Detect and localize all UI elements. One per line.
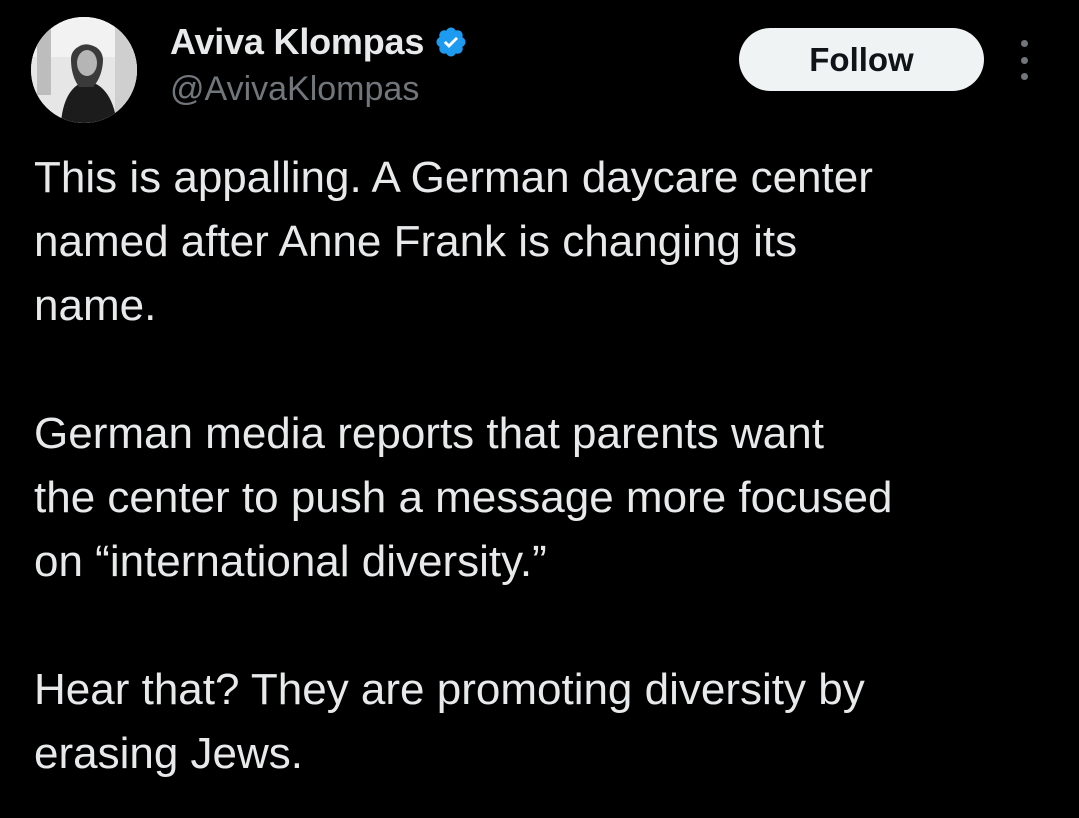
- avatar-photo: [31, 17, 137, 123]
- follow-button[interactable]: Follow: [739, 28, 984, 91]
- tweet-text: This is appalling. A German daycare cent…: [34, 146, 1054, 786]
- tweet-paragraph: This is appalling. A German daycare cent…: [34, 153, 873, 330]
- author-handle[interactable]: @AvivaKlompas: [170, 70, 419, 109]
- author-name-row: Aviva Klompas: [170, 18, 468, 66]
- more-options-icon[interactable]: [1010, 40, 1038, 80]
- avatar[interactable]: [31, 17, 137, 123]
- author-display-name[interactable]: Aviva Klompas: [170, 21, 424, 63]
- more-dot: [1020, 40, 1028, 47]
- verified-badge-icon[interactable]: [434, 25, 468, 59]
- tweet-header: Aviva Klompas @AvivaKlompas Follow: [0, 0, 1079, 130]
- tweet-paragraph: German media reports that parents want t…: [34, 409, 893, 586]
- tweet-paragraph: Hear that? They are promoting diversity …: [34, 665, 865, 778]
- more-dot: [1020, 56, 1028, 64]
- more-dot: [1020, 73, 1028, 80]
